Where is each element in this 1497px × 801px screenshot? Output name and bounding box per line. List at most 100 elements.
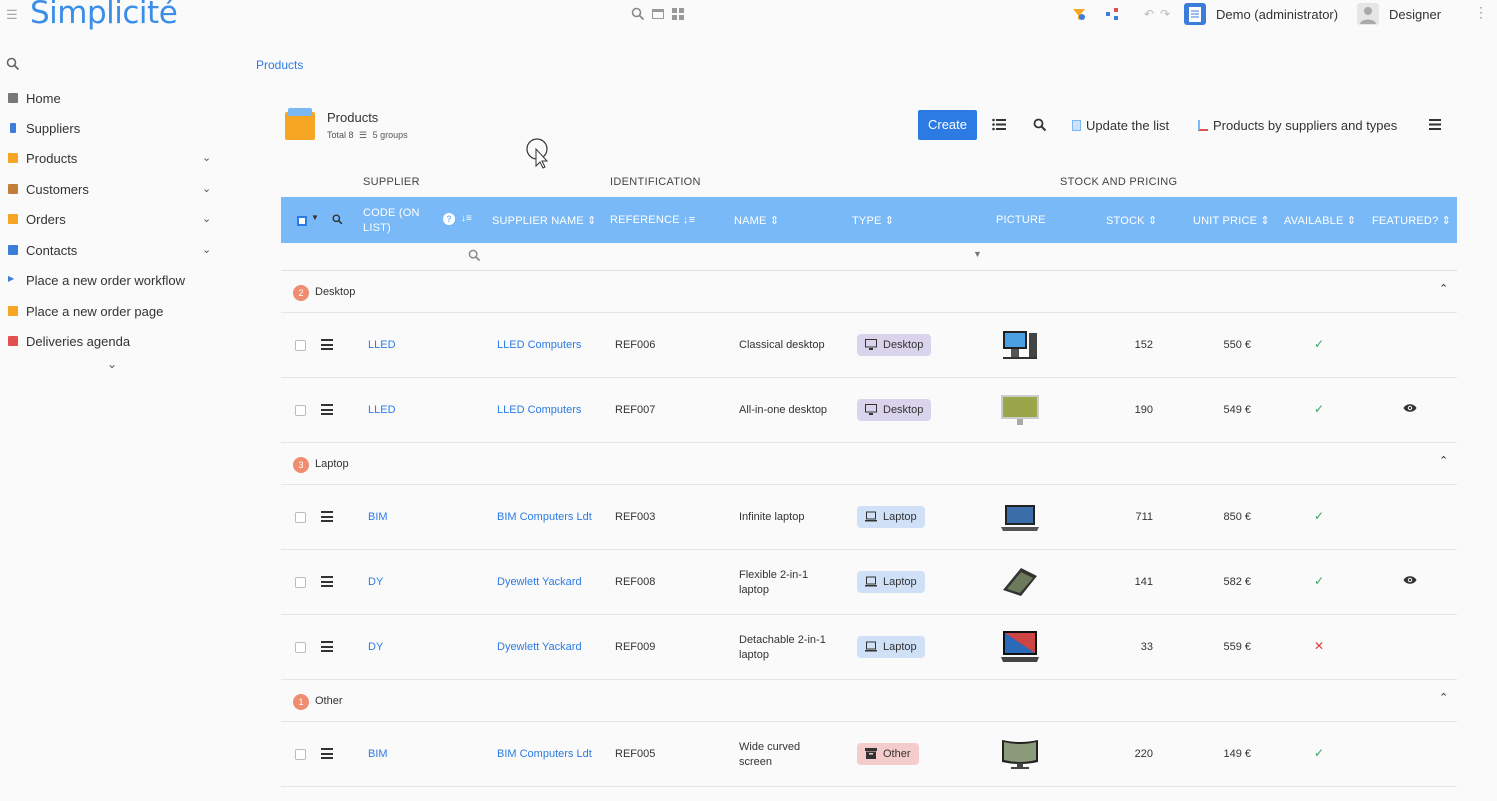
table-row[interactable]: LLED LLED Computers REF007 All-in-one de… — [281, 378, 1457, 443]
code-link[interactable]: BIM — [368, 748, 388, 760]
chevron-down-icon[interactable]: ⌄ — [202, 212, 211, 225]
sidebar-item-order-page[interactable]: Place a new order page — [0, 301, 220, 323]
designer-avatar[interactable] — [1357, 3, 1379, 25]
table-row[interactable]: BIM BIM Computers Ldt REF003 Infinite la… — [281, 485, 1457, 550]
grid-icon[interactable] — [671, 7, 685, 21]
table-row[interactable]: BIM BIM Computers Ldt REF005 Wide curved… — [281, 722, 1457, 787]
menu-toggle-icon[interactable]: ☰ — [6, 8, 18, 22]
chart-button[interactable]: Products by suppliers and types — [1198, 118, 1397, 133]
supplier-link[interactable]: Dyewlett Yackard — [497, 641, 582, 653]
row-menu-icon[interactable] — [321, 641, 333, 652]
user-avatar[interactable] — [1184, 3, 1206, 25]
group-header[interactable]: 3 Laptop ⌃ — [281, 444, 1457, 485]
collapse-chevron-icon[interactable]: ⌃ — [1439, 691, 1448, 704]
collapse-chevron-icon[interactable]: ⌃ — [1439, 454, 1448, 467]
supplier-link[interactable]: BIM Computers Ldt — [497, 511, 592, 523]
undo-icon[interactable]: ↶ — [1144, 7, 1154, 21]
code-link[interactable]: BIM — [368, 511, 388, 523]
row-menu-icon[interactable] — [321, 576, 333, 587]
supplier-link[interactable]: LLED Computers — [497, 404, 581, 416]
group-header[interactable]: 2 Desktop ⌃ — [281, 272, 1457, 313]
update-list-button[interactable]: Update the list — [1072, 118, 1169, 133]
supplier-link[interactable]: BIM Computers Ldt — [497, 748, 592, 760]
sidebar-item-customers[interactable]: Customers ⌄ — [0, 179, 220, 201]
designer-label[interactable]: Designer — [1389, 7, 1441, 22]
search-icon[interactable] — [1033, 118, 1047, 132]
column-header-name[interactable]: NAME ⇕ — [734, 214, 779, 227]
chart-label: Products by suppliers and types — [1213, 118, 1398, 133]
sidebar-item-orders[interactable]: Orders ⌄ — [0, 209, 220, 231]
code-link[interactable]: DY — [368, 641, 383, 653]
more-actions-icon[interactable] — [1429, 119, 1441, 130]
row-checkbox[interactable] — [295, 340, 306, 351]
redo-icon[interactable]: ↷ — [1160, 7, 1170, 21]
row-checkbox[interactable] — [295, 749, 306, 760]
code-link[interactable]: LLED — [368, 404, 396, 416]
table-row[interactable]: DY Dyewlett Yackard REF008 Flexible 2-in… — [281, 550, 1457, 615]
row-menu-icon[interactable] — [321, 748, 333, 759]
product-picture[interactable] — [999, 629, 1041, 665]
sidebar-item-deliveries[interactable]: Deliveries agenda — [0, 331, 220, 353]
breadcrumb[interactable]: Products — [256, 58, 303, 72]
group-header[interactable]: 1 Other ⌃ — [281, 681, 1457, 722]
column-header-supplier-name[interactable]: SUPPLIER NAME ⇕ — [492, 214, 597, 227]
column-header-type[interactable]: TYPE ⇕ — [852, 214, 894, 227]
list-view-icon[interactable] — [992, 118, 1006, 131]
chevron-down-icon[interactable]: ⌄ — [202, 182, 211, 195]
row-checkbox[interactable] — [295, 577, 306, 588]
groups-count: 5 groups — [372, 130, 408, 140]
sidebar-item-order-workflow[interactable]: ▶ Place a new order workflow — [0, 270, 220, 292]
column-header-code[interactable]: CODE (ON LIST) — [363, 206, 423, 236]
tree-icon[interactable] — [1105, 7, 1119, 21]
product-picture[interactable] — [999, 327, 1041, 363]
code-link[interactable]: DY — [368, 576, 383, 588]
product-picture[interactable] — [999, 736, 1041, 772]
column-header-featured[interactable]: FEATURED? ⇕ — [1372, 214, 1451, 227]
supplier-link[interactable]: Dyewlett Yackard — [497, 576, 582, 588]
window-icon[interactable] — [651, 7, 665, 21]
row-menu-icon[interactable] — [321, 404, 333, 415]
collapse-chevron-icon[interactable]: ⌃ — [1439, 282, 1448, 295]
row-menu-icon[interactable] — [321, 339, 333, 350]
column-header-stock[interactable]: STOCK ⇕ — [1106, 214, 1157, 227]
sidebar-item-home[interactable]: Home — [0, 88, 220, 110]
product-picture[interactable] — [999, 499, 1041, 535]
select-all-checkbox[interactable] — [297, 216, 307, 226]
laptop-icon — [865, 641, 877, 652]
row-checkbox[interactable] — [295, 405, 306, 416]
type-filter-dropdown-icon[interactable]: ▼ — [973, 249, 982, 259]
row-menu-icon[interactable] — [321, 511, 333, 522]
filter-search-icon[interactable] — [468, 249, 481, 262]
available-check-icon: ✓ — [1314, 509, 1325, 523]
customers-icon — [8, 184, 18, 194]
sidebar-item-products[interactable]: Products ⌄ — [0, 148, 220, 170]
kebab-menu-icon[interactable]: ⋮ — [1474, 5, 1488, 19]
row-checkbox[interactable] — [295, 512, 306, 523]
sort-icon[interactable]: ↓≡ — [461, 213, 472, 224]
help-icon[interactable]: ? — [443, 213, 455, 225]
select-caret-icon[interactable]: ▼ — [311, 213, 319, 222]
app-logo[interactable]: Simplicité — [30, 0, 178, 31]
create-button[interactable]: Create — [918, 110, 977, 140]
filter-icon[interactable] — [1072, 7, 1086, 21]
sidebar-more-chevron-icon[interactable]: ⌄ — [107, 357, 117, 371]
table-row[interactable]: LLED LLED Computers REF006 Classical des… — [281, 313, 1457, 378]
row-checkbox[interactable] — [295, 642, 306, 653]
product-picture[interactable] — [999, 564, 1041, 600]
chevron-down-icon[interactable]: ⌄ — [202, 243, 211, 256]
user-name[interactable]: Demo (administrator) — [1216, 7, 1338, 22]
header-search-icon[interactable] — [332, 214, 343, 225]
column-header-reference[interactable]: REFERENCE ↓≡ — [610, 214, 695, 226]
code-link[interactable]: LLED — [368, 339, 396, 351]
sidebar-item-suppliers[interactable]: Suppliers — [0, 118, 220, 140]
column-header-unit-price[interactable]: UNIT PRICE ⇕ — [1193, 214, 1270, 227]
search-icon[interactable] — [631, 7, 645, 21]
column-header-available[interactable]: AVAILABLE ⇕ — [1284, 214, 1356, 227]
calendar-icon — [8, 336, 18, 346]
sidebar-search-icon[interactable] — [6, 57, 20, 71]
table-row[interactable]: DY Dyewlett Yackard REF009 Detachable 2-… — [281, 615, 1457, 680]
chevron-down-icon[interactable]: ⌄ — [202, 151, 211, 164]
supplier-link[interactable]: LLED Computers — [497, 339, 581, 351]
product-picture[interactable] — [999, 392, 1041, 428]
sidebar-item-contacts[interactable]: Contacts ⌄ — [0, 240, 220, 262]
